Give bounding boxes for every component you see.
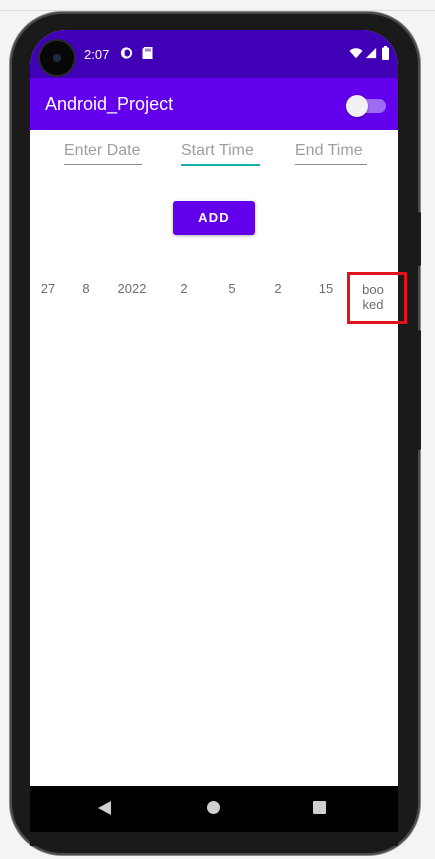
date-input-underline <box>64 164 142 165</box>
start-time-placeholder: Start Time <box>181 142 254 159</box>
status-time: 2:07 <box>84 47 110 62</box>
status-highlight-box <box>347 272 407 324</box>
wifi-icon <box>349 48 363 59</box>
end-hour-cell: 2 <box>274 281 282 296</box>
window-top-strip <box>0 0 435 11</box>
signal-icon <box>365 47 377 59</box>
navigation-bar <box>30 786 398 832</box>
power-button <box>417 330 421 450</box>
battery-icon <box>382 46 389 60</box>
app-bar: Android_Project <box>30 78 398 130</box>
start-time-underline <box>181 164 260 166</box>
toggle-thumb <box>346 95 368 117</box>
end-minute-cell: 15 <box>318 281 334 296</box>
date-input-placeholder: Enter Date <box>64 142 141 159</box>
add-button[interactable]: ADD <box>173 201 255 235</box>
volume-button <box>417 212 421 266</box>
home-icon[interactable] <box>207 801 220 814</box>
notification-icon <box>120 47 133 59</box>
front-camera-icon <box>40 41 74 75</box>
start-minute-cell: 5 <box>228 281 236 296</box>
day-cell: 27 <box>40 281 56 296</box>
theme-toggle-switch[interactable] <box>346 95 386 117</box>
date-input[interactable]: Enter Date <box>64 142 142 165</box>
end-time-underline <box>295 164 367 165</box>
device-screen: 2:07 Android_Project Enter Date Start Ti… <box>30 30 398 846</box>
sd-card-icon <box>142 47 153 59</box>
back-icon[interactable] <box>98 801 111 815</box>
end-time-placeholder: End Time <box>295 142 363 159</box>
start-hour-cell: 2 <box>180 281 188 296</box>
booking-row: 27 8 2022 2 5 2 15 boo ked <box>30 272 398 332</box>
year-cell: 2022 <box>117 281 147 296</box>
start-time-input[interactable]: Start Time <box>181 142 260 166</box>
month-cell: 8 <box>82 281 90 296</box>
bottom-bezel <box>30 832 398 846</box>
app-title: Android_Project <box>45 94 174 114</box>
status-bar: 2:07 <box>30 30 398 78</box>
end-time-input[interactable]: End Time <box>295 142 367 165</box>
recents-icon[interactable] <box>313 801 326 814</box>
